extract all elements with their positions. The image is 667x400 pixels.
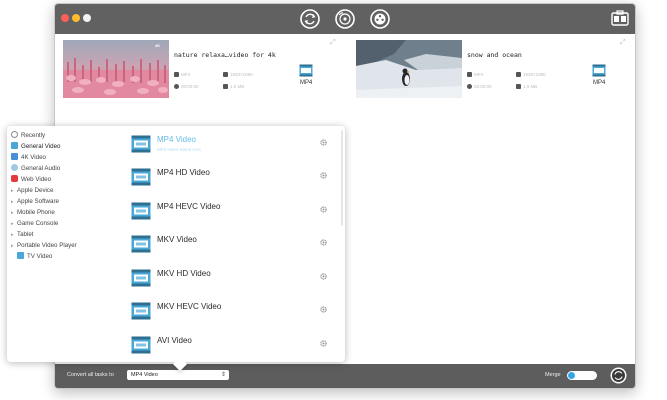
category-general-video[interactable]: General Video bbox=[11, 142, 60, 152]
convert-all-button[interactable] bbox=[610, 367, 627, 384]
expand-icon[interactable]: ⤢ bbox=[620, 39, 626, 47]
download-icon bbox=[223, 84, 228, 89]
video-format-icon bbox=[131, 168, 151, 186]
expand-icon[interactable]: ⤢ bbox=[330, 39, 336, 47]
output-format-label: MP4 bbox=[593, 80, 606, 86]
gear-icon[interactable] bbox=[320, 206, 327, 213]
task-item[interactable]: snow and ocean MP4 1920×1080 00:00:00 1.… bbox=[356, 39, 632, 100]
convert-icon[interactable] bbox=[300, 9, 320, 29]
video-thumbnail[interactable] bbox=[356, 40, 462, 98]
select-arrows-icon: ⇕ bbox=[220, 372, 226, 378]
output-format-icon[interactable] bbox=[299, 64, 313, 77]
format-option[interactable]: MKV HD Video bbox=[131, 262, 327, 295]
duration: 00:00:00 bbox=[467, 84, 492, 89]
format-name: MKV HD Video bbox=[157, 269, 211, 278]
gear-icon[interactable] bbox=[320, 239, 327, 246]
music-note-icon bbox=[11, 164, 18, 171]
output-format-select[interactable]: MP4 Video ⇕ bbox=[127, 370, 229, 380]
video-format-icon bbox=[131, 135, 151, 153]
category-apple-device[interactable]: ▸ Apple Device bbox=[11, 186, 53, 196]
gear-icon[interactable] bbox=[320, 340, 327, 347]
file-icon bbox=[467, 72, 472, 77]
output-format-icon[interactable] bbox=[592, 64, 606, 77]
category-game-console[interactable]: ▸ Game Console bbox=[11, 219, 58, 229]
file-size: 1.0 MB bbox=[223, 84, 244, 89]
bottom-bar: Convert all tasks to MP4 Video ⇕ Merge bbox=[55, 364, 635, 388]
task-item[interactable]: 4K nature relaxa…video for 4k MP4 1920×1… bbox=[63, 39, 343, 100]
format-name: AVI Video bbox=[157, 336, 192, 345]
task-title: nature relaxa…video for 4k bbox=[174, 51, 276, 59]
format-name: MKV Video bbox=[157, 235, 197, 244]
category-apple-software[interactable]: ▸ Apple Software bbox=[11, 197, 59, 207]
titlebar bbox=[55, 4, 635, 34]
clock-icon bbox=[467, 84, 472, 89]
video-format-icon bbox=[131, 202, 151, 220]
video-format-icon bbox=[131, 302, 151, 320]
category-4k-video[interactable]: 4K Video bbox=[11, 153, 46, 163]
source-format: MP4 bbox=[174, 72, 190, 77]
category-portable-video-player[interactable]: ▸ Portable Video Player bbox=[11, 241, 77, 251]
zoom-window-button[interactable] bbox=[83, 14, 91, 22]
burn-icon[interactable] bbox=[335, 9, 355, 29]
format-option[interactable]: MP4 HEVC Video bbox=[131, 195, 327, 228]
format-option[interactable]: MP4 HD Video bbox=[131, 161, 327, 194]
output-format-value: MP4 Video bbox=[131, 372, 158, 378]
format-option[interactable]: MKV Video bbox=[131, 228, 327, 261]
format-details: MP4 H264 Same AAC bbox=[157, 147, 202, 152]
category-tv-video[interactable]: TV Video bbox=[17, 252, 52, 262]
film-reel-icon[interactable] bbox=[370, 9, 390, 29]
resolution-icon bbox=[223, 72, 228, 77]
resolution-icon bbox=[516, 72, 521, 77]
video-format-icon bbox=[131, 336, 151, 354]
popup-scrollbar[interactable] bbox=[341, 130, 343, 226]
4k-icon bbox=[11, 153, 18, 160]
video-format-icon bbox=[131, 269, 151, 287]
format-option[interactable]: MKV HEVC Video bbox=[131, 295, 327, 328]
duration: 00:00:00 bbox=[174, 84, 199, 89]
minimize-window-button[interactable] bbox=[72, 14, 80, 22]
clock-icon bbox=[174, 84, 179, 89]
merge-toggle[interactable] bbox=[567, 371, 597, 380]
gear-icon[interactable] bbox=[320, 273, 327, 280]
format-name: MP4 Video bbox=[157, 135, 196, 144]
video-icon bbox=[11, 142, 18, 149]
category-mobile-phone[interactable]: ▸ Mobile Phone bbox=[11, 208, 55, 218]
task-title: snow and ocean bbox=[467, 51, 522, 59]
source-format: MP4 bbox=[467, 72, 483, 77]
clock-icon bbox=[11, 131, 18, 138]
toolbox-icon[interactable] bbox=[611, 10, 629, 27]
gear-icon[interactable] bbox=[320, 172, 327, 179]
gear-icon[interactable] bbox=[320, 139, 327, 146]
toggle-knob bbox=[568, 372, 575, 379]
file-icon bbox=[174, 72, 179, 77]
tv-icon bbox=[17, 252, 24, 259]
svg-text:4K: 4K bbox=[155, 43, 160, 48]
format-popup: Recently General Video 4K Video General … bbox=[7, 126, 345, 372]
format-name: MP4 HEVC Video bbox=[157, 202, 221, 211]
close-window-button[interactable] bbox=[61, 14, 69, 22]
video-thumbnail[interactable]: 4K bbox=[63, 40, 169, 98]
format-option[interactable]: AVI Video bbox=[131, 329, 327, 362]
resolution: 1920×1080 bbox=[223, 72, 253, 77]
resolution: 1920×1080 bbox=[516, 72, 546, 77]
category-tablet[interactable]: ▸ Tablet bbox=[11, 230, 34, 240]
download-icon bbox=[516, 84, 521, 89]
format-name: MKV HEVC Video bbox=[157, 302, 222, 311]
convert-all-label: Convert all tasks to bbox=[67, 372, 114, 378]
youtube-icon bbox=[11, 175, 18, 182]
file-size: 1.0 MB bbox=[516, 84, 537, 89]
gear-icon[interactable] bbox=[320, 306, 327, 313]
category-general-audio[interactable]: General Audio bbox=[11, 164, 60, 174]
merge-label: Merge bbox=[545, 372, 561, 378]
output-format-label: MP4 bbox=[300, 80, 313, 86]
format-name: MP4 HD Video bbox=[157, 168, 210, 177]
format-option[interactable]: MP4 Video MP4 H264 Same AAC bbox=[131, 128, 327, 161]
category-web-video[interactable]: Web Video bbox=[11, 175, 51, 185]
video-format-icon bbox=[131, 235, 151, 253]
category-recently[interactable]: Recently bbox=[11, 131, 45, 141]
